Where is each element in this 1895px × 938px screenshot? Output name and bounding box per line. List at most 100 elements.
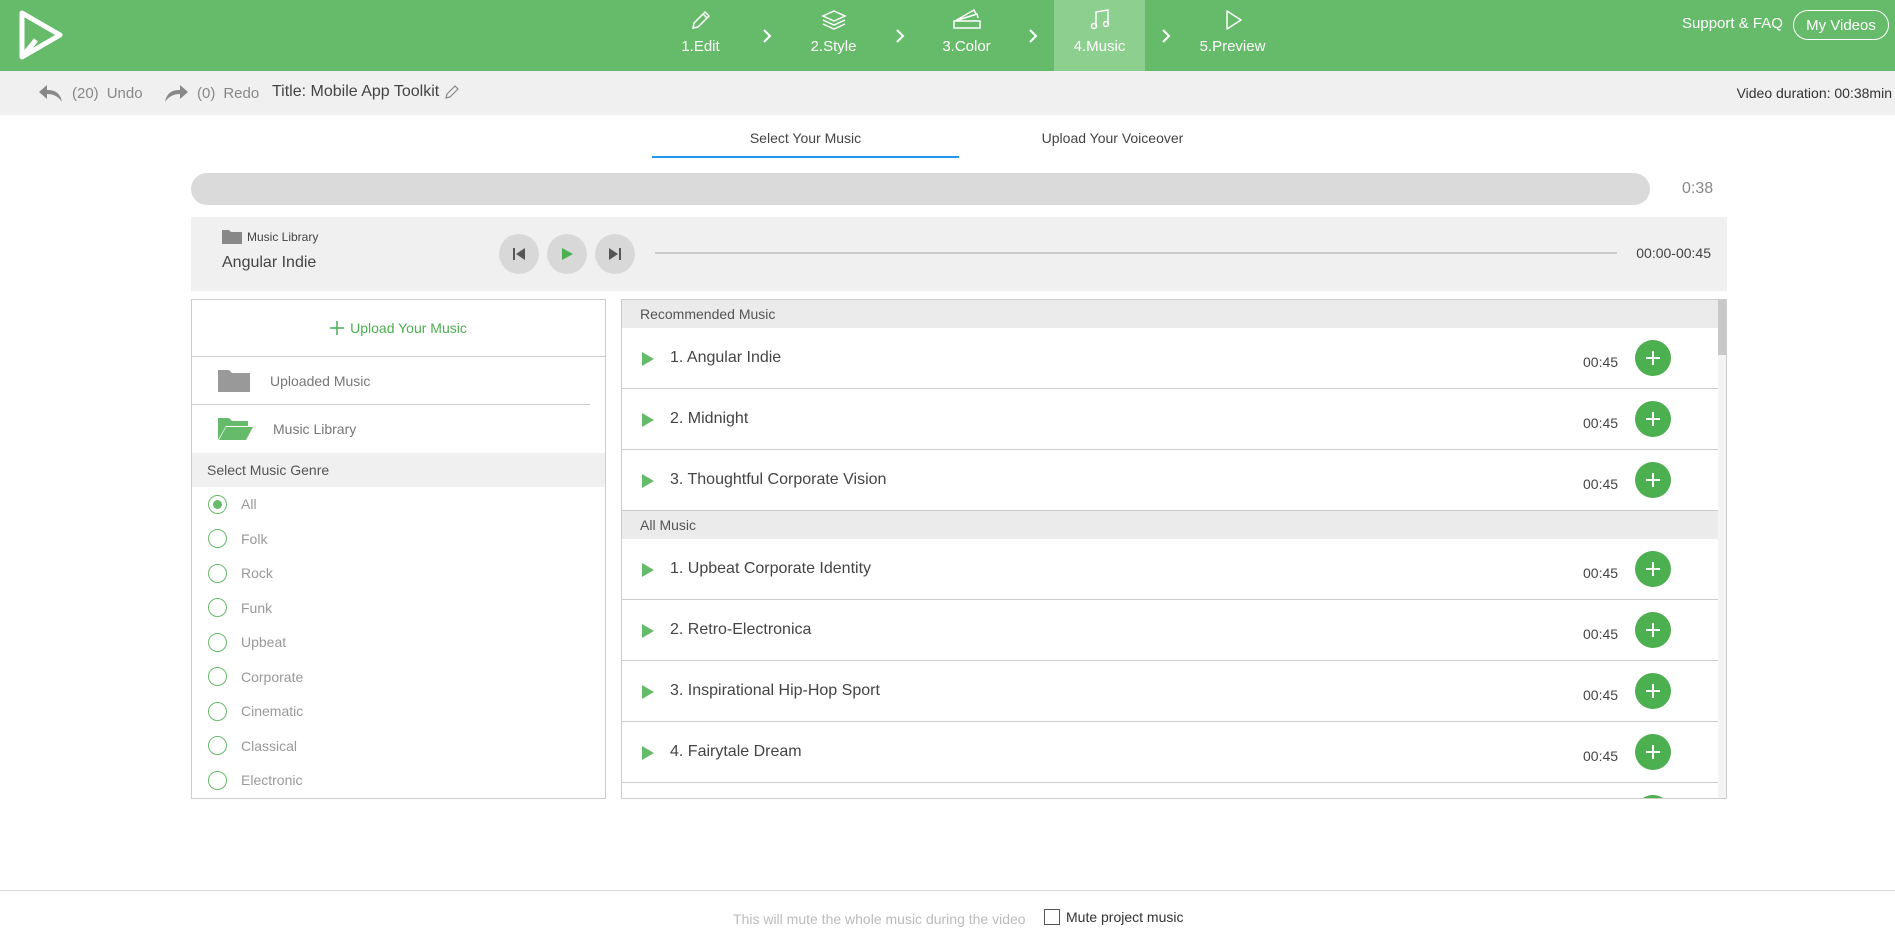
genre-option[interactable]: All (192, 487, 605, 522)
chevron-right-icon (746, 0, 788, 71)
video-timeline[interactable] (191, 173, 1650, 205)
add-track-button[interactable] (1635, 612, 1671, 648)
play-track-icon[interactable] (642, 685, 654, 699)
folder-icon (218, 369, 250, 392)
add-track-button[interactable] (1635, 462, 1671, 498)
step-music[interactable]: 4.Music (1054, 0, 1145, 71)
radio[interactable] (208, 598, 227, 618)
next-track-button[interactable] (595, 234, 635, 274)
track-row[interactable]: 3. Inspirational Hip-Hop Sport 00:45 (622, 661, 1719, 722)
add-track-button[interactable] (1635, 401, 1671, 437)
step-label: 3.Color (942, 38, 991, 55)
track-title: 1. Angular Indie (670, 349, 782, 366)
genre-option[interactable]: Corporate (192, 660, 605, 695)
player-source-label: Music Library (247, 229, 319, 244)
plus-icon (1646, 473, 1660, 487)
genre-label: Rock (241, 565, 273, 582)
track-row[interactable]: 3. Thoughtful Corporate Vision 00:45 (622, 450, 1719, 511)
track-time-range: 00:00-00:45 (1636, 245, 1711, 261)
play-track-icon[interactable] (642, 624, 654, 638)
step-color[interactable]: 3.Color (921, 0, 1012, 71)
previous-track-button[interactable] (499, 234, 539, 274)
play-button[interactable] (547, 234, 587, 274)
track-row[interactable]: 4. Fairytale Dream 00:45 (622, 722, 1719, 783)
radio[interactable] (208, 563, 227, 583)
radio[interactable] (208, 736, 227, 756)
step-label: 2.Style (810, 38, 857, 55)
step-edit[interactable]: 1.Edit (655, 0, 746, 71)
radio[interactable] (208, 701, 227, 721)
mute-note: This will mute the whole music during th… (733, 911, 1026, 927)
add-track-button[interactable] (1635, 551, 1671, 587)
radio[interactable] (208, 667, 227, 687)
add-track-button[interactable] (1635, 673, 1671, 709)
radio[interactable] (208, 529, 227, 549)
play-track-icon[interactable] (642, 352, 654, 366)
add-track-button[interactable] (1635, 795, 1671, 798)
plus-icon (1646, 684, 1660, 698)
play-track-icon[interactable] (642, 563, 654, 577)
track-title: 1. Upbeat Corporate Identity (670, 560, 872, 577)
music-library-folder[interactable]: Music Library (192, 405, 605, 453)
toolbar: (20) Undo (0) Redo Title: Mobile App Too… (0, 71, 1895, 115)
track-seek-bar[interactable] (655, 252, 1617, 254)
genre-option[interactable]: Classical (192, 729, 605, 764)
tab-select-music[interactable]: Select Your Music (652, 130, 959, 158)
music-list-panel: Recommended Music 1. Angular Indie 00:45… (621, 299, 1727, 799)
track-duration: 00:45 (1583, 415, 1619, 431)
track-duration: 00:45 (1583, 626, 1619, 642)
music-library-label: Music Library (273, 421, 357, 437)
track-row-partial[interactable] (622, 783, 1719, 798)
add-track-button[interactable] (1635, 340, 1671, 376)
play-track-icon[interactable] (642, 746, 654, 760)
undo-button[interactable]: (20) Undo (38, 83, 143, 103)
track-title: 2. Retro-Electronica (670, 621, 812, 638)
genre-option[interactable]: Rock (192, 556, 605, 591)
play-track-icon[interactable] (642, 413, 654, 427)
genre-option[interactable]: Funk (192, 591, 605, 626)
project-title-text: Title: Mobile App Toolkit (272, 83, 440, 100)
track-row[interactable]: 2. Midnight 00:45 (622, 389, 1719, 450)
tab-upload-voiceover[interactable]: Upload Your Voiceover (959, 130, 1266, 158)
radio-selected[interactable] (208, 494, 227, 514)
track-row[interactable]: 1. Upbeat Corporate Identity 00:45 (622, 539, 1719, 600)
track-duration: 00:45 (1583, 748, 1619, 764)
footer-divider (0, 890, 1895, 891)
edit-pencil-icon[interactable] (445, 85, 460, 99)
step-preview[interactable]: 5.Preview (1187, 0, 1278, 71)
genre-option[interactable]: Folk (192, 522, 605, 557)
plus-icon (1646, 562, 1660, 576)
music-source-panel: Upload Your Music Uploaded Music Music L… (191, 299, 606, 799)
list-scrollbar[interactable] (1718, 300, 1726, 798)
upload-music-button[interactable]: Upload Your Music (192, 300, 605, 357)
radio[interactable] (208, 632, 227, 652)
mute-checkbox[interactable] (1044, 909, 1060, 925)
genre-label: Funk (241, 599, 273, 616)
skip-next-icon (609, 248, 621, 260)
uploaded-music-label: Uploaded Music (270, 372, 371, 389)
track-row[interactable]: 2. Retro-Electronica 00:45 (622, 600, 1719, 661)
genre-option[interactable]: Electronic (192, 763, 605, 798)
step-label: 4.Music (1073, 38, 1126, 55)
project-title[interactable]: Title: Mobile App Toolkit (272, 83, 460, 101)
mute-project-music[interactable]: Mute project music (1044, 909, 1183, 925)
undo-label: Undo (106, 84, 143, 102)
track-duration: 00:45 (1583, 565, 1619, 581)
track-row[interactable]: 1. Angular Indie 00:45 (622, 328, 1719, 389)
genre-option[interactable]: Cinematic (192, 694, 605, 729)
chevron-right-icon (879, 0, 921, 71)
my-videos-button[interactable]: My Videos (1793, 10, 1889, 40)
play-track-icon[interactable] (642, 474, 654, 488)
logo-icon[interactable] (18, 10, 64, 60)
radio[interactable] (208, 770, 227, 790)
undo-count: (20) (72, 84, 99, 102)
uploaded-music-folder[interactable]: Uploaded Music (192, 357, 590, 405)
scrollbar-thumb[interactable] (1718, 300, 1726, 355)
step-style[interactable]: 2.Style (788, 0, 879, 71)
redo-icon (165, 85, 188, 102)
add-track-button[interactable] (1635, 734, 1671, 770)
support-faq-link[interactable]: Support & FAQ (1682, 15, 1783, 32)
genre-option[interactable]: Upbeat (192, 625, 605, 660)
redo-button[interactable]: (0) Redo (163, 83, 259, 103)
plus-icon (330, 321, 345, 335)
